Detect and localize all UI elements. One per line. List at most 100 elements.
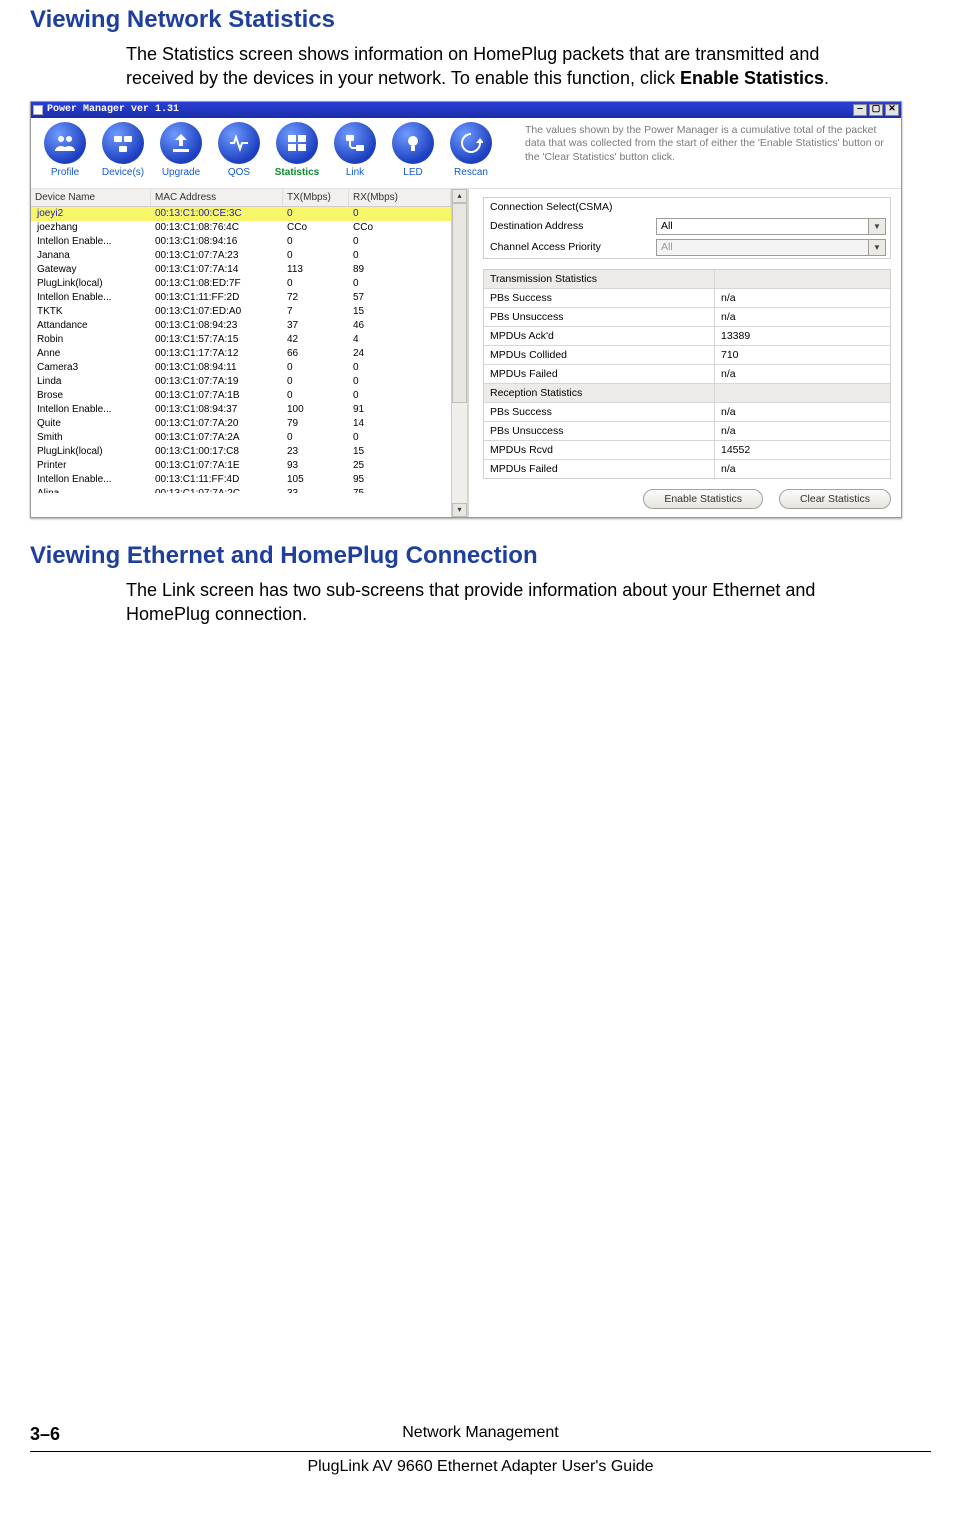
cell-rx: 0 bbox=[349, 235, 451, 249]
rx-stats-header: Reception Statistics bbox=[484, 384, 714, 402]
table-row[interactable]: Intellon Enable...00:13:C1:11:FF:4D10595 bbox=[31, 473, 451, 487]
cell-mac: 00:13:C1:17:7A:12 bbox=[151, 347, 283, 361]
table-row[interactable]: TKTK00:13:C1:07:ED:A0715 bbox=[31, 305, 451, 319]
tab-link[interactable]: Link bbox=[327, 122, 383, 188]
cell-tx: 79 bbox=[283, 417, 349, 431]
cell-device-name: TKTK bbox=[31, 305, 151, 319]
cell-tx: 100 bbox=[283, 403, 349, 417]
table-row[interactable]: Robin00:13:C1:57:7A:15424 bbox=[31, 333, 451, 347]
chevron-down-icon[interactable]: ▼ bbox=[869, 218, 886, 235]
table-row[interactable]: Camera300:13:C1:08:94:1100 bbox=[31, 361, 451, 375]
maximize-button[interactable]: ▢ bbox=[869, 104, 883, 116]
table-row[interactable]: joezhang00:13:C1:08:76:4CCCoCCo bbox=[31, 221, 451, 235]
cell-tx: 0 bbox=[283, 235, 349, 249]
tab-label: Link bbox=[327, 167, 383, 178]
stats-row: PBs Unsuccessn/a bbox=[484, 421, 890, 440]
stat-value: n/a bbox=[714, 460, 890, 478]
stats-row: MPDUs Rcvd14552 bbox=[484, 440, 890, 459]
table-row[interactable]: Janana00:13:C1:07:7A:2300 bbox=[31, 249, 451, 263]
scroll-up-icon[interactable]: ▴ bbox=[452, 189, 467, 203]
col-rx[interactable]: RX(Mbps) bbox=[349, 189, 451, 206]
cell-mac: 00:13:C1:11:FF:4D bbox=[151, 473, 283, 487]
cell-tx: 72 bbox=[283, 291, 349, 305]
table-row[interactable]: Quite00:13:C1:07:7A:207914 bbox=[31, 417, 451, 431]
device-pane: Device Name MAC Address TX(Mbps) RX(Mbps… bbox=[31, 189, 469, 517]
cell-device-name: Printer bbox=[31, 459, 151, 473]
tab-statistics[interactable]: Statistics bbox=[269, 122, 325, 188]
cell-device-name: Intellon Enable... bbox=[31, 403, 151, 417]
stat-value: 14552 bbox=[714, 441, 890, 459]
table-row[interactable]: joeyi200:13:C1:00:CE:3C00 bbox=[31, 207, 451, 221]
cell-tx: 113 bbox=[283, 263, 349, 277]
tab-upgrade[interactable]: Upgrade bbox=[153, 122, 209, 188]
stat-key: MPDUs Rcvd bbox=[484, 441, 714, 459]
table-row[interactable]: PlugLink(local)00:13:C1:00:17:C82315 bbox=[31, 445, 451, 459]
cell-device-name: Janana bbox=[31, 249, 151, 263]
enable-statistics-button[interactable]: Enable Statistics bbox=[643, 489, 763, 509]
cell-device-name: joezhang bbox=[31, 221, 151, 235]
clear-statistics-button[interactable]: Clear Statistics bbox=[779, 489, 891, 509]
stat-value: n/a bbox=[714, 365, 890, 383]
table-row[interactable]: Anne00:13:C1:17:7A:126624 bbox=[31, 347, 451, 361]
table-row[interactable]: Gateway00:13:C1:07:7A:1411389 bbox=[31, 263, 451, 277]
cell-rx: CCo bbox=[349, 221, 451, 235]
table-row[interactable]: Intellon Enable...00:13:C1:08:94:3710091 bbox=[31, 403, 451, 417]
stats-row: MPDUs Collided710 bbox=[484, 345, 890, 364]
cell-device-name: joeyi2 bbox=[31, 207, 151, 221]
cell-tx: CCo bbox=[283, 221, 349, 235]
cell-device-name: Anne bbox=[31, 347, 151, 361]
cell-mac: 00:13:C1:07:7A:20 bbox=[151, 417, 283, 431]
cell-device-name: Alina bbox=[31, 487, 151, 493]
cell-device-name: Linda bbox=[31, 375, 151, 389]
stat-key: MPDUs Ack'd bbox=[484, 327, 714, 345]
cell-device-name: Attandance bbox=[31, 319, 151, 333]
table-row[interactable]: Linda00:13:C1:07:7A:1900 bbox=[31, 375, 451, 389]
table-row[interactable]: PlugLink(local)00:13:C1:08:ED:7F00 bbox=[31, 277, 451, 291]
table-row[interactable]: Intellon Enable...00:13:C1:08:94:1600 bbox=[31, 235, 451, 249]
tab-led[interactable]: LED bbox=[385, 122, 441, 188]
tab-devices[interactable]: Device(s) bbox=[95, 122, 151, 188]
cell-tx: 23 bbox=[283, 445, 349, 459]
cell-rx: 14 bbox=[349, 417, 451, 431]
cell-mac: 00:13:C1:08:94:16 bbox=[151, 235, 283, 249]
stats-row: PBs Unsuccessn/a bbox=[484, 307, 890, 326]
cell-rx: 0 bbox=[349, 361, 451, 375]
cell-rx: 4 bbox=[349, 333, 451, 347]
window-title: Power Manager ver 1.31 bbox=[47, 104, 179, 115]
cell-tx: 0 bbox=[283, 375, 349, 389]
upload-icon bbox=[160, 122, 202, 164]
table-row[interactable]: Intellon Enable...00:13:C1:11:FF:2D7257 bbox=[31, 291, 451, 305]
scroll-thumb[interactable] bbox=[452, 203, 467, 403]
table-row[interactable]: Alina00:13:C1:07:7A:2C3375 bbox=[31, 487, 451, 493]
cell-rx: 15 bbox=[349, 305, 451, 319]
col-mac[interactable]: MAC Address bbox=[151, 189, 283, 206]
table-row[interactable]: Attandance00:13:C1:08:94:233746 bbox=[31, 319, 451, 333]
tab-rescan[interactable]: Rescan bbox=[443, 122, 499, 188]
minimize-button[interactable]: — bbox=[853, 104, 867, 116]
stats-header-row: Transmission Statistics bbox=[484, 270, 890, 288]
table-row[interactable]: Printer00:13:C1:07:7A:1E9325 bbox=[31, 459, 451, 473]
cell-device-name: Gateway bbox=[31, 263, 151, 277]
para-link: The Link screen has two sub-screens that… bbox=[126, 578, 846, 627]
cell-rx: 89 bbox=[349, 263, 451, 277]
col-tx[interactable]: TX(Mbps) bbox=[283, 189, 349, 206]
table-row[interactable]: Brose00:13:C1:07:7A:1B00 bbox=[31, 389, 451, 403]
titlebar: Power Manager ver 1.31 — ▢ ✕ bbox=[31, 102, 901, 118]
col-device-name[interactable]: Device Name bbox=[31, 189, 151, 206]
tab-profile[interactable]: Profile bbox=[37, 122, 93, 188]
cell-device-name: Brose bbox=[31, 389, 151, 403]
scroll-down-icon[interactable]: ▾ bbox=[452, 503, 467, 517]
devices-icon bbox=[102, 122, 144, 164]
toolbar-note: The values shown by the Power Manager is… bbox=[505, 118, 901, 188]
device-scrollbar[interactable]: ▴ ▾ bbox=[451, 189, 467, 517]
tab-qos[interactable]: QOS bbox=[211, 122, 267, 188]
cell-mac: 00:13:C1:07:7A:14 bbox=[151, 263, 283, 277]
close-button[interactable]: ✕ bbox=[885, 104, 899, 116]
cell-rx: 15 bbox=[349, 445, 451, 459]
cell-mac: 00:13:C1:07:7A:19 bbox=[151, 375, 283, 389]
footer-section: Network Management bbox=[100, 1424, 861, 1445]
stat-value: n/a bbox=[714, 422, 890, 440]
table-row[interactable]: Smith00:13:C1:07:7A:2A00 bbox=[31, 431, 451, 445]
dest-addr-combo[interactable]: All bbox=[656, 218, 869, 235]
cell-mac: 00:13:C1:07:7A:1B bbox=[151, 389, 283, 403]
